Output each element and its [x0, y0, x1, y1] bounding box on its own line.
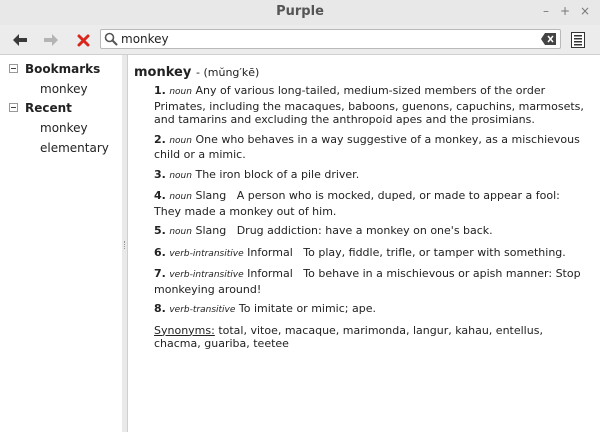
maximize-button[interactable]: + [558, 4, 572, 18]
bookmark-item-monkey[interactable]: monkey [40, 82, 88, 96]
search-box[interactable] [100, 29, 561, 49]
menu-button[interactable] [567, 29, 589, 51]
stop-button[interactable] [72, 29, 94, 51]
synonyms-label: Synonyms: [154, 323, 215, 337]
app-window: Purple – + × monkey Bookmarks monkey Rec… [0, 0, 600, 432]
arrow-right-icon [44, 34, 58, 46]
splitter-grip-icon [124, 241, 127, 249]
definition-item: 3. noun The iron block of a pile driver. [154, 167, 360, 181]
synonyms-line: Synonyms: total, vitoe, macaque, marimon… [154, 324, 590, 351]
definition-item: 5. noun Slang Drug addiction: have a mon… [154, 224, 493, 237]
search-input[interactable] [121, 31, 539, 47]
minimize-button[interactable]: – [539, 4, 553, 18]
recent-item-monkey[interactable]: monkey [40, 121, 88, 135]
toolbar [0, 25, 600, 55]
definition-item: 4. noun Slang A person who is mocked, du… [154, 189, 560, 218]
definition-pane: monkey - (mŭng′kē) 1. noun Any of variou… [128, 55, 600, 432]
definition-item: 6. verb-intransitive Informal To play, f… [154, 245, 566, 259]
collapse-bookmarks-icon[interactable] [9, 64, 18, 73]
definition-item: 7. verb-intransitive Informal To behave … [154, 267, 581, 296]
forward-button[interactable] [40, 29, 62, 51]
close-window-button[interactable]: × [578, 4, 592, 18]
search-icon [104, 32, 118, 46]
window-title: Purple [276, 4, 324, 19]
stop-x-icon [77, 34, 89, 46]
headword: monkey [134, 65, 192, 80]
back-button[interactable] [9, 29, 31, 51]
pronunciation: - (mŭng′kē) [196, 66, 260, 79]
sidebar: Bookmarks monkey Recent monkey elementar… [0, 55, 123, 432]
bookmarks-header[interactable]: Bookmarks [25, 62, 100, 76]
definition-item: 8. verb-transitive To imitate or mimic; … [154, 302, 376, 315]
recent-header[interactable]: Recent [25, 101, 72, 115]
definition-list: 1. noun Any of various long-tailed, medi… [154, 84, 590, 357]
arrow-left-icon [13, 34, 27, 46]
definition-item: 1. noun Any of various long-tailed, medi… [154, 84, 584, 126]
clear-search-icon[interactable] [541, 32, 557, 46]
title-bar: Purple – + × [0, 0, 600, 26]
menu-icon [571, 32, 585, 48]
definition-item: 2. noun One who behaves in a way suggest… [154, 132, 580, 162]
collapse-recent-icon[interactable] [9, 103, 18, 112]
recent-item-elementary[interactable]: elementary [40, 141, 109, 155]
